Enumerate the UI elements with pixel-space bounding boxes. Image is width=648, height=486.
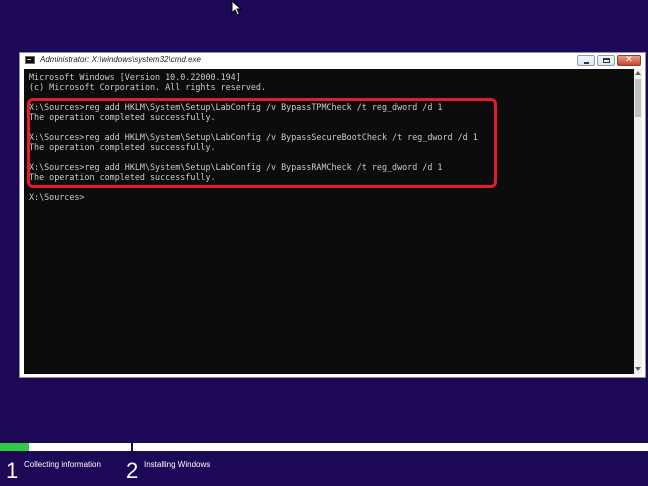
- vertical-scrollbar[interactable]: [634, 69, 642, 374]
- step-number-2: 2: [126, 458, 139, 483]
- close-icon: ✕: [625, 55, 633, 65]
- cmd-app-icon: [25, 56, 35, 64]
- step-label-2: Installing Windows: [144, 460, 211, 469]
- window-controls: ✕: [577, 55, 641, 67]
- title-bar[interactable]: Administrator: X:\windows\system32\cmd.e…: [20, 53, 645, 69]
- progress-fill: [0, 443, 30, 451]
- console-output[interactable]: Microsoft Windows [Version 10.0.22000.19…: [24, 69, 634, 374]
- cmd-window[interactable]: Administrator: X:\windows\system32\cmd.e…: [19, 52, 646, 378]
- minimize-button[interactable]: [577, 55, 595, 66]
- minimize-icon: [584, 62, 589, 64]
- scroll-down-arrow-icon[interactable]: [635, 367, 641, 371]
- close-button[interactable]: ✕: [617, 55, 641, 66]
- window-title: Administrator: X:\windows\system32\cmd.e…: [40, 55, 201, 64]
- maximize-button[interactable]: [597, 55, 615, 66]
- scrollbar-thumb[interactable]: [635, 79, 641, 117]
- highlight-annotation: [27, 98, 497, 188]
- progress-track: [0, 443, 648, 452]
- console-line: (c) Microsoft Corporation. All rights re…: [29, 82, 266, 92]
- maximize-icon: [603, 58, 610, 63]
- step-number-1: 1: [6, 458, 19, 483]
- step-divider: [131, 443, 133, 452]
- scroll-up-arrow-icon[interactable]: [635, 71, 641, 75]
- step-label-1: Collecting information: [24, 460, 101, 469]
- console-line: Microsoft Windows [Version 10.0.22000.19…: [29, 72, 241, 82]
- mouse-cursor-icon: [231, 0, 243, 16]
- console-prompt: X:\Sources>: [29, 192, 85, 202]
